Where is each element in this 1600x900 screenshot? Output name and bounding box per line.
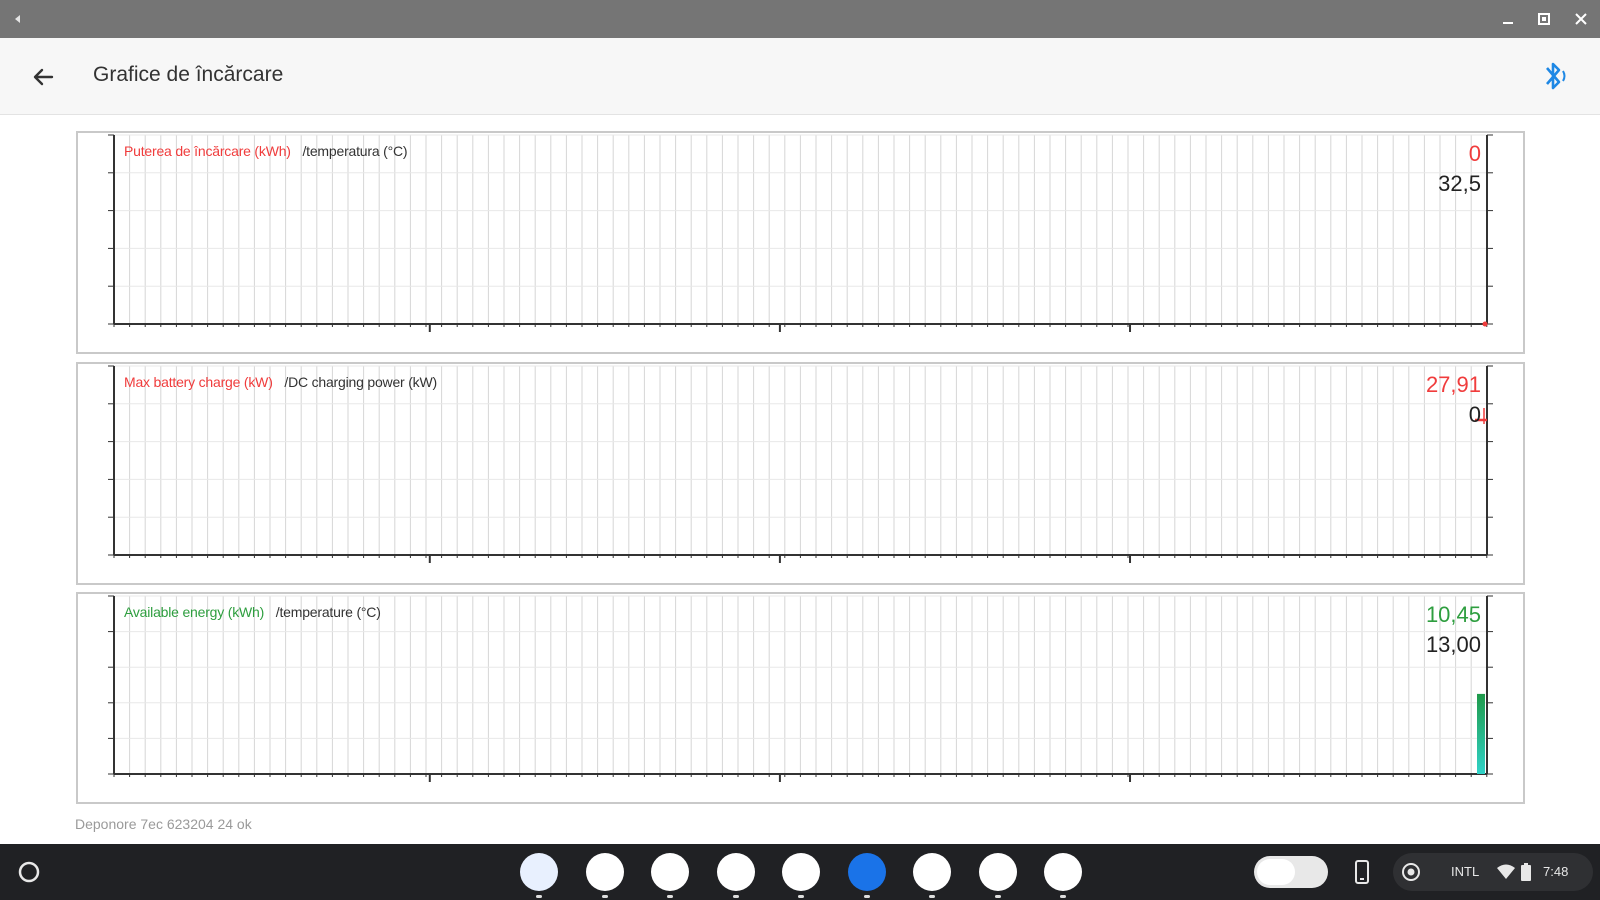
phone-hub-icon[interactable] (1352, 859, 1372, 885)
chart-grid (108, 365, 1493, 563)
app-running-indicator (798, 895, 804, 898)
data-point-power (1482, 321, 1488, 327)
legend-secondary: /temperatura (°C) (302, 143, 408, 159)
legend-secondary: /DC charging power (kW) (284, 374, 437, 390)
wifi-icon (1497, 864, 1515, 879)
chart-legend: Puterea de încărcare (kWh) /temperatura … (124, 143, 408, 159)
gmail-icon[interactable] (978, 853, 1017, 898)
footer-status-text: Deponore 7ec 623204 24 ok (75, 816, 252, 832)
quick-toggle[interactable] (1254, 856, 1328, 888)
home-app-icon[interactable] (847, 853, 886, 898)
page-title: Grafice de încărcare (93, 63, 284, 86)
maximize-icon[interactable] (1536, 11, 1552, 27)
current-value-primary: 10,45 (1425, 602, 1481, 627)
current-value-secondary: 0 (1468, 402, 1481, 427)
app-running-indicator (863, 895, 870, 898)
current-value-secondary: 13,00 (1425, 632, 1481, 657)
status-tray[interactable]: INTL 7:48 (1393, 853, 1593, 891)
current-value-primary: 0 (1468, 141, 1481, 166)
launcher-icon[interactable] (15, 858, 43, 886)
bluetooth-icon[interactable] (1538, 58, 1570, 94)
chart-panel-available-energy: Available energy (kWh) /temperature (°C)… (76, 592, 1525, 804)
battery-icon (1521, 863, 1531, 881)
chart-panel-charging-power: Puterea de încărcare (kWh) /temperatura … (76, 131, 1525, 354)
keyboard-layout: INTL (1451, 864, 1480, 879)
chart-grid (108, 595, 1493, 782)
teams-icon[interactable] (651, 853, 689, 898)
app-window-icon (15, 15, 20, 23)
back-arrow-icon[interactable] (28, 62, 58, 92)
current-value-secondary: 32,5 (1438, 171, 1481, 196)
app-running-indicator (601, 895, 608, 898)
whatsapp-icon[interactable] (782, 853, 820, 898)
docs-icon[interactable] (1044, 853, 1082, 898)
energy-bar (1477, 693, 1485, 774)
legend-primary: Max battery charge (kW) (124, 374, 273, 390)
legend-primary: Puterea de încărcare (kWh) (124, 143, 291, 159)
app-running-indicator (994, 895, 1001, 898)
chart-grid (108, 134, 1493, 332)
app-running-indicator (732, 895, 739, 898)
messages-icon[interactable] (913, 853, 951, 898)
files-app-icon[interactable] (520, 853, 558, 898)
minimize-icon[interactable] (1500, 11, 1516, 27)
window-titlebar (0, 0, 1600, 38)
close-icon[interactable] (1573, 11, 1589, 27)
chart-legend: Max battery charge (kW) /DC charging pow… (124, 374, 437, 390)
chart-legend: Available energy (kWh) /temperature (°C) (124, 604, 381, 620)
record-icon (1402, 863, 1420, 881)
system-shelf: INTL 7:48 (0, 844, 1600, 900)
toggle-knob (1257, 859, 1295, 885)
app-running-indicator (667, 895, 673, 898)
current-value-primary: 27,91 (1425, 372, 1481, 397)
legend-primary: Available energy (kWh) (124, 604, 265, 620)
legend-secondary: /temperature (°C) (275, 604, 381, 620)
app-running-indicator (929, 895, 935, 898)
app-running-indicator (1060, 895, 1066, 898)
play-store-icon[interactable] (716, 853, 755, 898)
chrome-icon[interactable] (585, 853, 624, 898)
app-running-indicator (536, 895, 542, 898)
chart-panel-battery-charge: Max battery charge (kW) /DC charging pow… (76, 362, 1525, 585)
clock: 7:48 (1543, 864, 1569, 879)
app-bar: Grafice de încărcare (0, 38, 1600, 115)
